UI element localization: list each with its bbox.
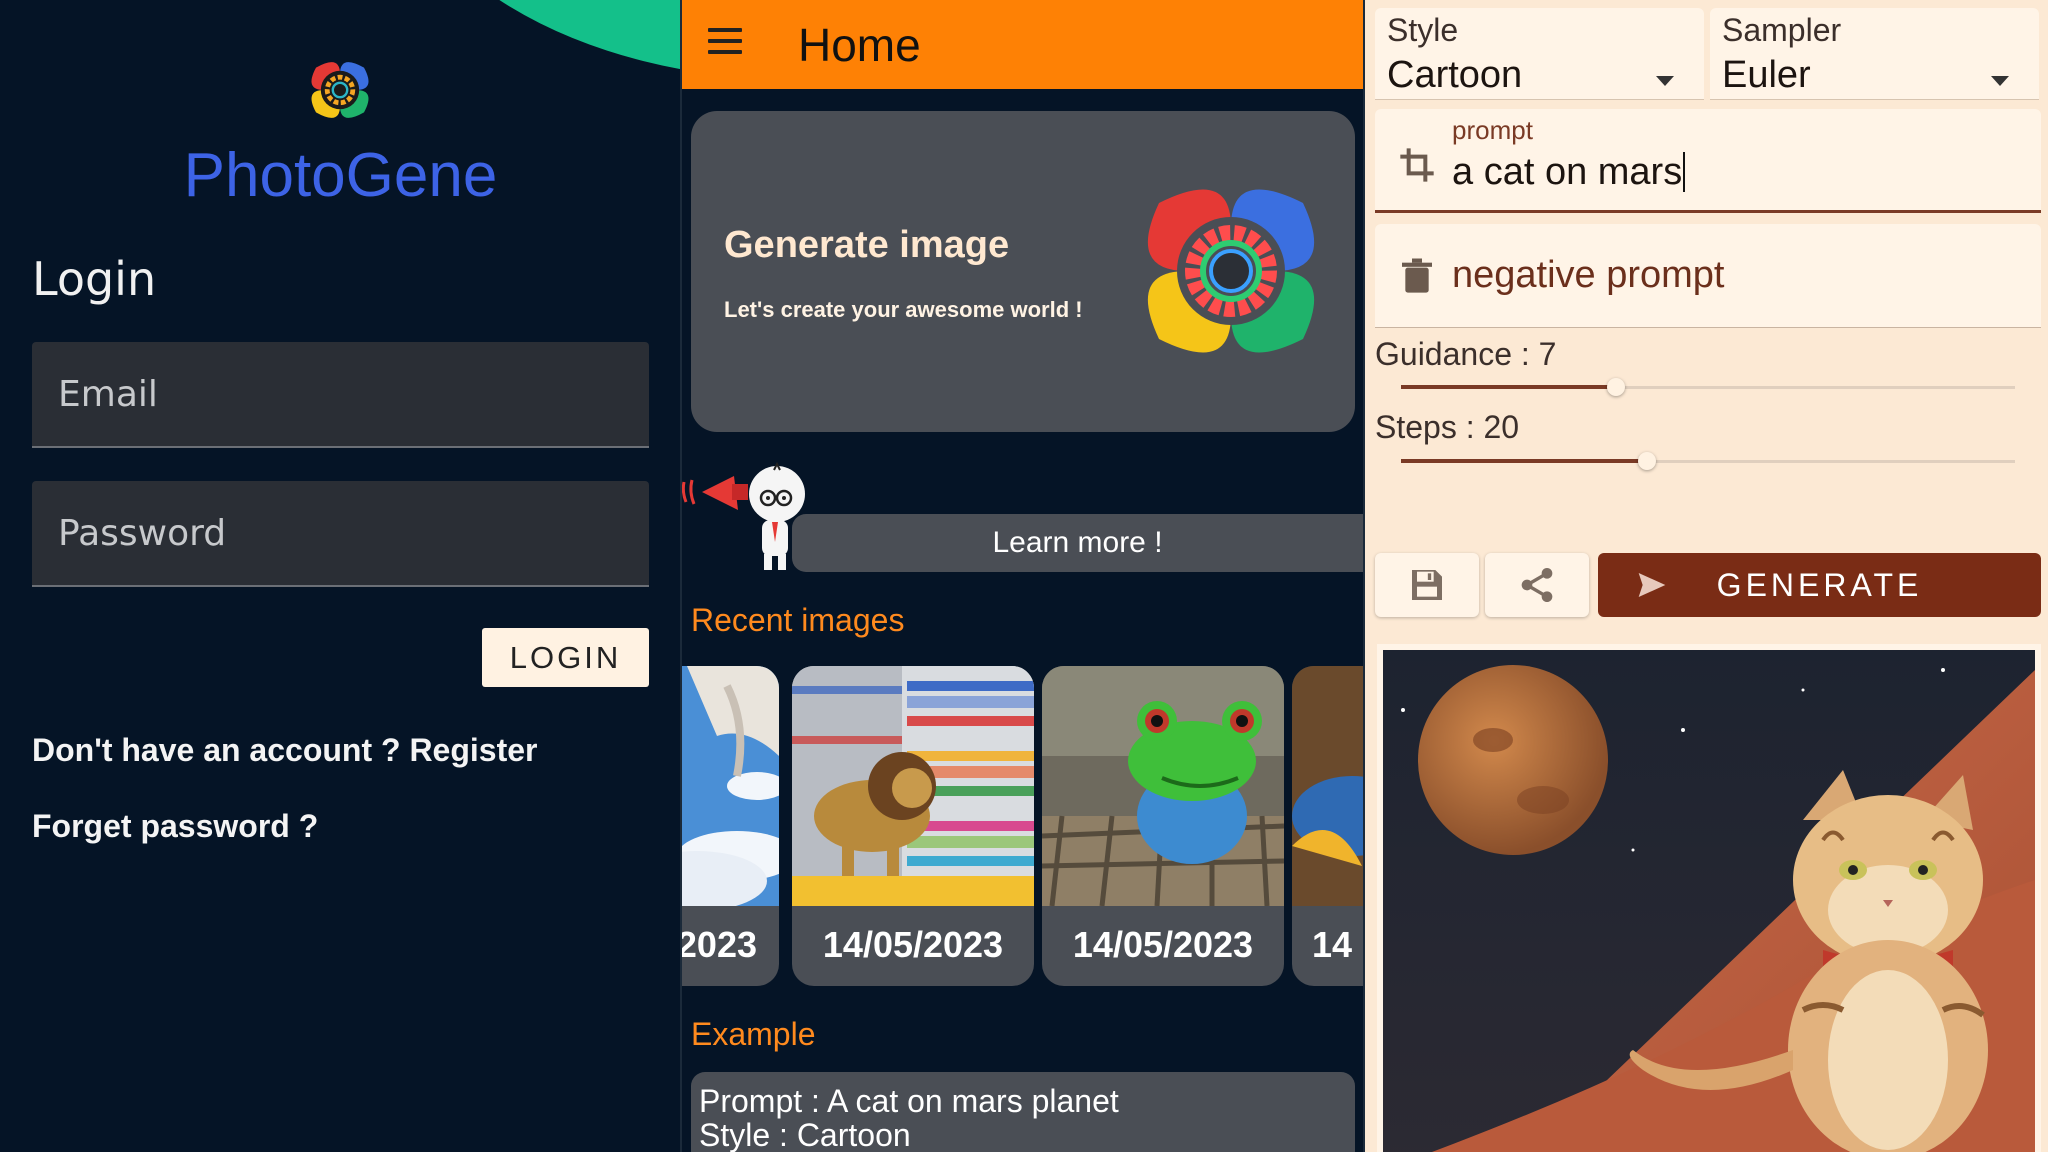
recent-image-card[interactable]: 14/05/2023 xyxy=(792,666,1034,986)
password-field[interactable]: Password xyxy=(32,481,649,587)
email-field[interactable]: Email xyxy=(32,342,649,448)
dropdown-caret-icon xyxy=(1656,76,1674,86)
learn-more-button[interactable]: Learn more ! xyxy=(792,514,1363,572)
recent-image-date: 14/05/2023 xyxy=(1072,924,1254,965)
login-title: Login xyxy=(32,252,157,306)
recent-image-date: 14/05/2023 xyxy=(822,924,1004,965)
generate-screen: Style Cartoon Sampler Euler prompt a cat… xyxy=(1365,0,2048,1152)
style-label: Style xyxy=(1387,12,1459,48)
steps-slider[interactable] xyxy=(1401,452,2015,470)
recent-images-title: Recent images xyxy=(691,602,905,638)
generated-image xyxy=(1377,644,2041,1152)
screenshot-collage: PhotoGene Login Email Password LOGIN Don… xyxy=(0,0,2048,1152)
hero-title: Generate image xyxy=(724,224,1010,266)
page-title: Home xyxy=(798,19,921,71)
app-logo-icon xyxy=(1147,189,1315,353)
hero-subtitle: Let's create your awesome world ! xyxy=(724,297,1083,322)
trash-icon xyxy=(1402,258,1432,293)
app-bar: Home xyxy=(682,0,1363,89)
share-button[interactable] xyxy=(1485,553,1589,617)
dropdown-caret-icon xyxy=(1991,76,2009,86)
recent-image-date: 14 xyxy=(1312,924,1353,965)
save-button[interactable] xyxy=(1375,553,1479,617)
save-icon xyxy=(1412,570,1442,600)
brand-name: PhotoGene xyxy=(183,141,498,210)
recent-image-anime xyxy=(682,666,779,906)
recent-image-card[interactable]: 2023 xyxy=(682,666,779,986)
negative-prompt-placeholder: negative prompt xyxy=(1452,254,1725,296)
style-value: Cartoon xyxy=(1387,54,1523,96)
home-screen: Home Generate image Let's create your aw… xyxy=(682,0,1363,1152)
recent-image-date: 2023 xyxy=(682,924,757,965)
recent-image-frog xyxy=(1042,666,1284,906)
generate-button-label: GENERATE xyxy=(1716,567,1923,603)
example-style: Style : Cartoon xyxy=(699,1117,911,1152)
recent-image-card[interactable]: 14/05/2023 xyxy=(1042,666,1284,986)
prompt-value: a cat on mars xyxy=(1452,151,1683,193)
menu-icon[interactable] xyxy=(708,28,742,56)
text-cursor xyxy=(1683,152,1686,192)
example-prompt: Prompt : A cat on mars planet xyxy=(699,1083,1119,1119)
steps-label: Steps : 20 xyxy=(1375,409,1520,445)
app-logo-icon xyxy=(311,62,369,118)
prompt-value-wrap: a cat on mars xyxy=(1452,151,1686,194)
decorative-arc xyxy=(390,0,681,80)
generate-button[interactable]: GENERATE xyxy=(1598,553,2041,617)
forget-password-link[interactable]: Forget password ? xyxy=(32,808,318,845)
send-icon xyxy=(1638,573,1666,597)
recent-image-lion xyxy=(792,666,1034,906)
guidance-slider-fill xyxy=(1401,385,1616,389)
steps-slider-thumb[interactable] xyxy=(1638,452,1656,470)
generated-image-cat-on-mars xyxy=(1383,650,2035,1152)
prompt-label: prompt xyxy=(1452,115,1533,145)
prompt-input[interactable]: prompt a cat on mars xyxy=(1375,109,2041,213)
guidance-slider[interactable] xyxy=(1401,378,2015,396)
recent-image-food xyxy=(1292,666,1363,906)
sampler-select[interactable]: Sampler Euler xyxy=(1710,8,2039,100)
register-link[interactable]: Don't have an account ? Register xyxy=(32,732,537,769)
sampler-label: Sampler xyxy=(1722,12,1842,48)
guidance-label: Guidance : 7 xyxy=(1375,336,1557,372)
guidance-slider-thumb[interactable] xyxy=(1607,378,1625,396)
crop-icon xyxy=(1400,148,1434,182)
steps-slider-fill xyxy=(1401,459,1647,463)
style-select[interactable]: Style Cartoon xyxy=(1375,8,1704,100)
recent-image-card[interactable]: 14 xyxy=(1292,666,1363,986)
example-title: Example xyxy=(691,1016,816,1052)
login-button[interactable]: LOGIN xyxy=(482,628,649,687)
generate-image-card[interactable]: Generate image Let's create your awesome… xyxy=(691,111,1355,432)
negative-prompt-input[interactable]: negative prompt xyxy=(1375,224,2041,328)
example-card[interactable]: Prompt : A cat on mars planet Style : Ca… xyxy=(691,1072,1355,1152)
sampler-value: Euler xyxy=(1722,54,1811,96)
login-screen: PhotoGene Login Email Password LOGIN Don… xyxy=(0,0,681,1152)
share-icon xyxy=(1521,568,1553,602)
